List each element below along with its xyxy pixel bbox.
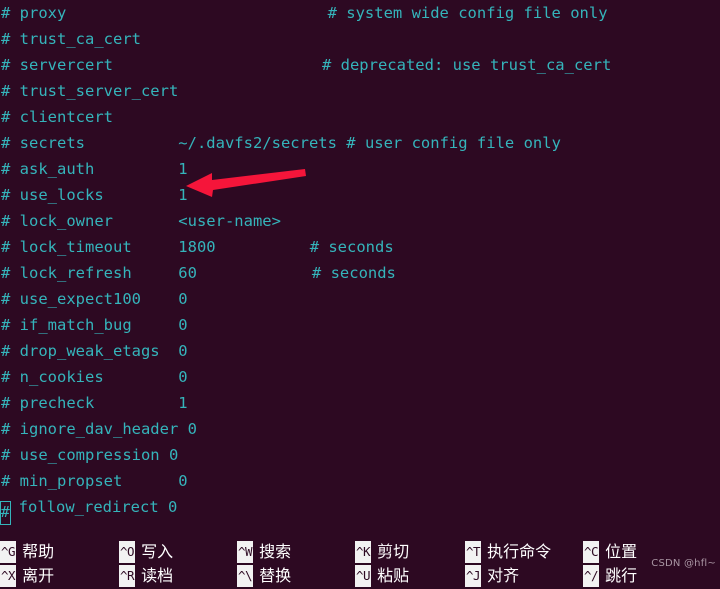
shortcut-key: ^W bbox=[237, 541, 254, 563]
shortcut-label: 读档 bbox=[141, 566, 174, 585]
editor-line-text: # lock_timeout 1800 bbox=[1, 238, 216, 256]
nano-shortcut-footer: ^G 帮助 ^O 写入 ^W 搜索 ^K 剪切 ^T 执行命令 ^C 位置 ^X 离开 ^R 读档 ^\ 替换 ^… bbox=[0, 540, 720, 589]
editor-line-text: # min_propset 0 bbox=[1, 472, 188, 490]
shortcut-R-2-1[interactable]: ^R 读档 bbox=[119, 564, 173, 588]
shortcut-U-2-3[interactable]: ^U 粘贴 bbox=[355, 564, 409, 588]
editor-line[interactable]: # use_locks 1 bbox=[0, 182, 720, 208]
shortcut-label: 对齐 bbox=[487, 566, 520, 585]
editor-line[interactable]: # lock_refresh 60 # seconds bbox=[0, 260, 720, 286]
shortcut-label: 离开 bbox=[22, 566, 55, 585]
shortcut-key: ^X bbox=[0, 565, 17, 587]
editor-line-trailing-comment: # seconds bbox=[309, 238, 394, 256]
editor-line[interactable]: # use_expect100 0 bbox=[0, 286, 720, 312]
shortcut-key: ^C bbox=[583, 541, 600, 563]
editor-line[interactable]: # ask_auth 1 bbox=[0, 156, 720, 182]
editor-line[interactable]: # min_propset 0 bbox=[0, 468, 720, 494]
shortcut-label: 执行命令 bbox=[487, 542, 552, 561]
shortcut-key: ^T bbox=[465, 541, 482, 563]
editor-line-text: # secrets ~/.davfs2/secrets # user confi… bbox=[1, 134, 561, 152]
editor-line[interactable]: # trust_ca_cert bbox=[0, 26, 720, 52]
editor-line-text: # ignore_dav_header 0 bbox=[1, 420, 197, 438]
shortcut-label: 搜索 bbox=[259, 542, 292, 561]
editor-line-text: # lock_owner <user-name> bbox=[1, 212, 281, 230]
shortcut-row-1: ^G 帮助 ^O 写入 ^W 搜索 ^K 剪切 ^T 执行命令 ^C 位置 bbox=[0, 540, 720, 564]
editor-line-text: # n_cookies 0 bbox=[1, 368, 188, 386]
shortcut-label: 粘贴 bbox=[377, 566, 410, 585]
shortcut-label: 替换 bbox=[259, 566, 292, 585]
shortcut-key: ^R bbox=[119, 565, 136, 587]
shortcut-X-2-0[interactable]: ^X 离开 bbox=[0, 564, 54, 588]
editor-line-text: # trust_ca_cert bbox=[1, 30, 141, 48]
editor-line-text: # clientcert bbox=[1, 108, 113, 126]
editor-line-text: # proxy bbox=[1, 4, 67, 22]
shortcut-label: 帮助 bbox=[22, 542, 55, 561]
shortcut-key: ^/ bbox=[583, 565, 600, 587]
editor-line-trailing-comment: # deprecated: use trust_ca_cert bbox=[321, 56, 612, 74]
editor-line[interactable]: # proxy # system wide config file only bbox=[0, 0, 720, 26]
editor-line[interactable]: # clientcert bbox=[0, 104, 720, 130]
shortcut-C-1-5[interactable]: ^C 位置 bbox=[583, 540, 637, 564]
editor-line-text: # use_expect100 0 bbox=[1, 290, 188, 308]
editor-line[interactable]: # drop_weak_etags 0 bbox=[0, 338, 720, 364]
editor-line[interactable]: # n_cookies 0 bbox=[0, 364, 720, 390]
editor-line[interactable]: # servercert # deprecated: use trust_ca_c… bbox=[0, 52, 720, 78]
shortcut-key: ^G bbox=[0, 541, 17, 563]
editor-line-text: # use_compression 0 bbox=[1, 446, 179, 464]
editor-line[interactable]: # follow_redirect 0 bbox=[0, 494, 720, 525]
editor-line[interactable]: # if_match_bug 0 bbox=[0, 312, 720, 338]
shortcut-label: 剪切 bbox=[377, 542, 410, 561]
editor-line[interactable]: # secrets ~/.davfs2/secrets # user confi… bbox=[0, 130, 720, 156]
editor-line-text: # servercert bbox=[1, 56, 113, 74]
shortcut-W-1-2[interactable]: ^W 搜索 bbox=[237, 540, 291, 564]
shortcut-key: ^K bbox=[355, 541, 372, 563]
editor-line[interactable]: # precheck 1 bbox=[0, 390, 720, 416]
terminal-screen: # proxy # system wide config file only # t… bbox=[0, 0, 720, 589]
shortcut-label: 跳行 bbox=[605, 566, 638, 585]
shortcut--2-5[interactable]: ^/ 跳行 bbox=[583, 564, 637, 588]
shortcut-key: ^O bbox=[119, 541, 136, 563]
editor-line[interactable]: # lock_owner <user-name> bbox=[0, 208, 720, 234]
editor-line-text: # drop_weak_etags 0 bbox=[1, 342, 188, 360]
nano-editor-buffer[interactable]: # proxy # system wide config file only # t… bbox=[0, 0, 720, 540]
shortcut-key: ^\ bbox=[237, 565, 254, 587]
editor-line-trailing-comment: # seconds bbox=[311, 264, 396, 282]
editor-line[interactable]: # lock_timeout 1800 # seconds bbox=[0, 234, 720, 260]
shortcut-label: 位置 bbox=[605, 542, 638, 561]
editor-line-text: # trust_server_cert bbox=[1, 82, 179, 100]
editor-line[interactable]: # trust_server_cert bbox=[0, 78, 720, 104]
editor-line[interactable]: # use_compression 0 bbox=[0, 442, 720, 468]
editor-line-text: # ask_auth 1 bbox=[1, 160, 188, 178]
editor-line-text: # use_locks 1 bbox=[1, 186, 188, 204]
editor-line-text: follow_redirect 0 bbox=[9, 498, 178, 516]
shortcut-J-2-4[interactable]: ^J 对齐 bbox=[465, 564, 519, 588]
shortcut-key: ^U bbox=[355, 565, 372, 587]
shortcut-K-1-3[interactable]: ^K 剪切 bbox=[355, 540, 409, 564]
shortcut-key: ^J bbox=[465, 565, 482, 587]
editor-line-text: # if_match_bug 0 bbox=[1, 316, 188, 334]
shortcut-G-1-0[interactable]: ^G 帮助 bbox=[0, 540, 54, 564]
shortcut-O-1-1[interactable]: ^O 写入 bbox=[119, 540, 173, 564]
editor-line-text: # lock_refresh 60 bbox=[1, 264, 197, 282]
editor-line-text: # precheck 1 bbox=[1, 394, 188, 412]
watermark-text: CSDN @hfl~ bbox=[651, 558, 716, 569]
shortcut-T-1-4[interactable]: ^T 执行命令 bbox=[465, 540, 551, 564]
editor-line-trailing-comment: # system wide config file only bbox=[327, 4, 608, 22]
shortcut-label: 写入 bbox=[141, 542, 174, 561]
editor-line[interactable]: # ignore_dav_header 0 bbox=[0, 416, 720, 442]
shortcut--2-2[interactable]: ^\ 替换 bbox=[237, 564, 291, 588]
shortcut-row-2: ^X 离开 ^R 读档 ^\ 替换 ^U 粘贴 ^J 对齐 ^/ 跳行 bbox=[0, 564, 720, 588]
